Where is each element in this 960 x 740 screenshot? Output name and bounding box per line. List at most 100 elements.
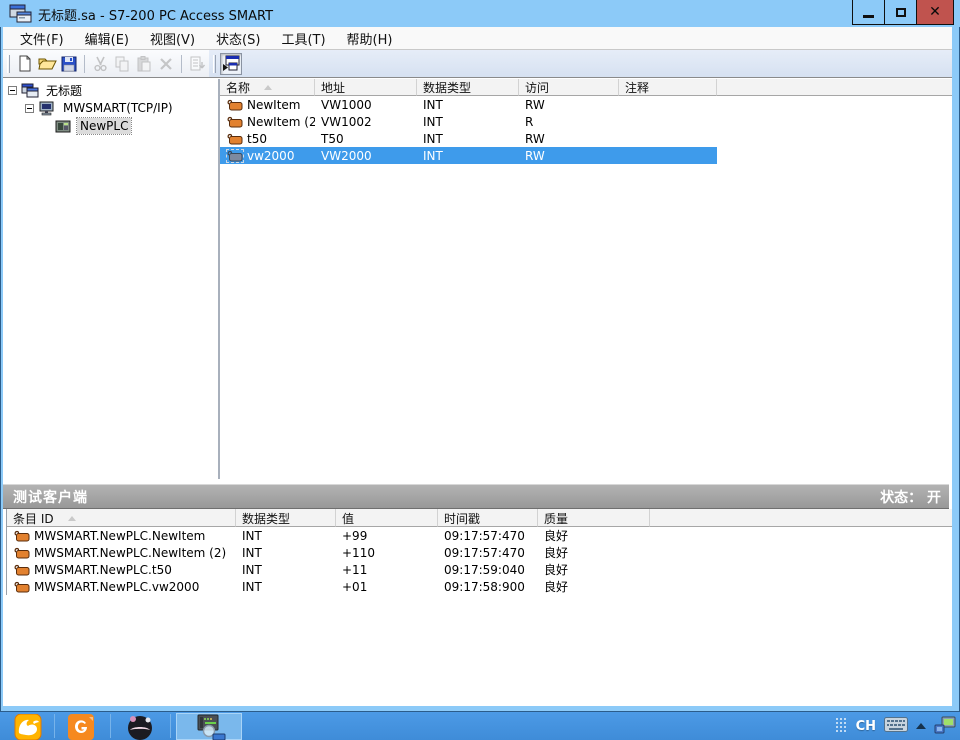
paste-button[interactable] xyxy=(133,53,155,75)
monitor-row[interactable]: MWSMART.NewPLC.t50 INT +11 09:17:59:040 … xyxy=(7,561,952,578)
save-button[interactable] xyxy=(58,53,80,75)
column-header-filler xyxy=(717,79,952,96)
close-icon: ✕ xyxy=(929,5,941,19)
test-client-table-header: 条目 ID 数据类型 值 时间戳 质量 xyxy=(7,509,952,527)
taskbar-avatar-app-button[interactable] xyxy=(116,713,164,740)
toolbar-separator xyxy=(84,55,85,73)
tree-item-plc[interactable]: NewPLC xyxy=(55,117,131,135)
taskbar-uc-browser-button[interactable] xyxy=(6,713,50,740)
test-client-title: 测试客户端 xyxy=(13,487,88,507)
toolbar-test-client-section xyxy=(209,50,952,77)
taskbar-pc-access-button[interactable] xyxy=(176,713,242,740)
pc-access-smart-icon xyxy=(192,714,226,740)
column-header-filler xyxy=(650,509,952,527)
column-header-quality[interactable]: 质量 xyxy=(538,509,650,527)
export-list-icon xyxy=(189,56,205,72)
tree-label-project: 无标题 xyxy=(43,81,85,100)
keyboard-icon[interactable] xyxy=(884,717,908,735)
cut-button[interactable] xyxy=(89,53,111,75)
taskbar-separator xyxy=(170,714,171,738)
menu-edit[interactable]: 编辑(E) xyxy=(76,26,138,51)
column-header-timestamp[interactable]: 时间戳 xyxy=(438,509,538,527)
symbol-row[interactable]: t50 T50 INT RW xyxy=(220,130,952,147)
item-tag-icon xyxy=(14,564,30,576)
item-tag-icon xyxy=(14,530,30,542)
item-tag-icon xyxy=(227,150,243,162)
tree-item-station[interactable]: MWSMART(TCP/IP) xyxy=(25,99,176,117)
item-tag-icon xyxy=(227,116,243,128)
avatar-app-icon xyxy=(125,714,155,740)
close-button[interactable]: ✕ xyxy=(916,0,954,25)
maximize-button[interactable] xyxy=(884,0,917,25)
menu-view[interactable]: 视图(V) xyxy=(141,26,204,51)
symbol-row-selected[interactable]: vw2000 VW2000 INT RW xyxy=(220,147,717,164)
delete-icon xyxy=(159,57,173,71)
app-window: 无标题.sa - S7-200 PC Access SMART ✕ 文件(F) … xyxy=(0,0,960,712)
minimize-button[interactable] xyxy=(852,0,885,25)
taskbar-separator xyxy=(54,714,55,738)
new-file-icon xyxy=(17,55,33,72)
project-tree: 无标题 MWSMART(TCP/IP) NewPLC xyxy=(3,79,216,479)
menu-help[interactable]: 帮助(H) xyxy=(338,26,402,51)
window-controls: ✕ xyxy=(853,0,954,25)
cut-icon xyxy=(93,56,108,72)
column-header-datatype[interactable]: 数据类型 xyxy=(236,509,336,527)
symbols-table-header: 名称 地址 数据类型 访问 注释 xyxy=(220,79,952,96)
test-client-table: 条目 ID 数据类型 值 时间戳 质量 MWSMART.NewPLC.NewIt… xyxy=(6,509,952,595)
delete-button[interactable] xyxy=(155,53,177,75)
network-status-icon[interactable] xyxy=(934,716,956,737)
taskbar: CH xyxy=(0,712,960,740)
item-tag-icon xyxy=(14,547,30,559)
menu-file[interactable]: 文件(F) xyxy=(11,26,73,51)
copy-icon xyxy=(114,56,130,72)
menu-status[interactable]: 状态(S) xyxy=(207,26,269,51)
test-client-status: 状态： 开 xyxy=(880,487,941,507)
test-client-icon xyxy=(222,55,240,73)
column-header-datatype[interactable]: 数据类型 xyxy=(417,79,519,96)
menu-tools[interactable]: 工具(T) xyxy=(272,26,334,51)
paste-icon xyxy=(136,56,152,72)
export-list-button[interactable] xyxy=(186,53,208,75)
column-header-access[interactable]: 访问 xyxy=(519,79,619,96)
open-file-button[interactable] xyxy=(36,53,58,75)
project-icon xyxy=(21,83,39,98)
toolbar-grip[interactable] xyxy=(7,55,10,73)
test-client-header: 测试客户端 状态： 开 xyxy=(3,484,949,509)
new-file-button[interactable] xyxy=(14,53,36,75)
column-header-name[interactable]: 名称 xyxy=(220,79,315,96)
symbol-row[interactable]: NewItem VW1000 INT RW xyxy=(220,96,952,113)
toolbar-grip[interactable] xyxy=(213,55,216,73)
collapse-icon[interactable] xyxy=(25,104,34,113)
monitor-row[interactable]: MWSMART.NewPLC.vw2000 INT +01 09:17:58:9… xyxy=(7,578,952,595)
sort-ascending-icon xyxy=(264,85,272,90)
input-language-indicator[interactable]: CH xyxy=(856,719,876,734)
touch-keyboard-dots-icon[interactable] xyxy=(836,718,848,734)
column-header-value[interactable]: 值 xyxy=(336,509,438,527)
taskbar-g-browser-button[interactable] xyxy=(58,713,104,740)
column-header-address[interactable]: 地址 xyxy=(315,79,417,96)
test-client-toggle-button[interactable] xyxy=(220,53,242,75)
item-tag-icon xyxy=(227,99,243,111)
toolbar xyxy=(3,50,952,77)
content-area: 无标题 MWSMART(TCP/IP) NewPLC 名称 地址 数据 xyxy=(3,77,952,706)
system-tray: CH xyxy=(836,712,956,740)
taskbar-separator xyxy=(110,714,111,738)
uc-browser-icon xyxy=(14,714,42,740)
tree-label-plc: NewPLC xyxy=(77,118,131,134)
g-browser-icon xyxy=(67,714,95,740)
tree-item-project[interactable]: 无标题 xyxy=(8,81,85,99)
symbols-table: 名称 地址 数据类型 访问 注释 NewItem VW1000 INT RW N… xyxy=(218,79,952,479)
minimize-icon xyxy=(863,15,874,18)
sort-ascending-icon xyxy=(68,516,76,521)
symbol-row[interactable]: NewItem (2) VW1002 INT R xyxy=(220,113,952,130)
column-header-item-id[interactable]: 条目 ID xyxy=(7,509,236,527)
copy-button[interactable] xyxy=(111,53,133,75)
app-icon xyxy=(9,4,33,23)
menu-bar: 文件(F) 编辑(E) 视图(V) 状态(S) 工具(T) 帮助(H) xyxy=(3,27,952,50)
collapse-icon[interactable] xyxy=(8,86,17,95)
show-hidden-icons-chevron[interactable] xyxy=(916,723,926,729)
monitor-row[interactable]: MWSMART.NewPLC.NewItem INT +99 09:17:57:… xyxy=(7,527,952,544)
column-header-comment[interactable]: 注释 xyxy=(619,79,717,96)
monitor-row[interactable]: MWSMART.NewPLC.NewItem (2) INT +110 09:1… xyxy=(7,544,952,561)
item-tag-icon xyxy=(14,581,30,593)
